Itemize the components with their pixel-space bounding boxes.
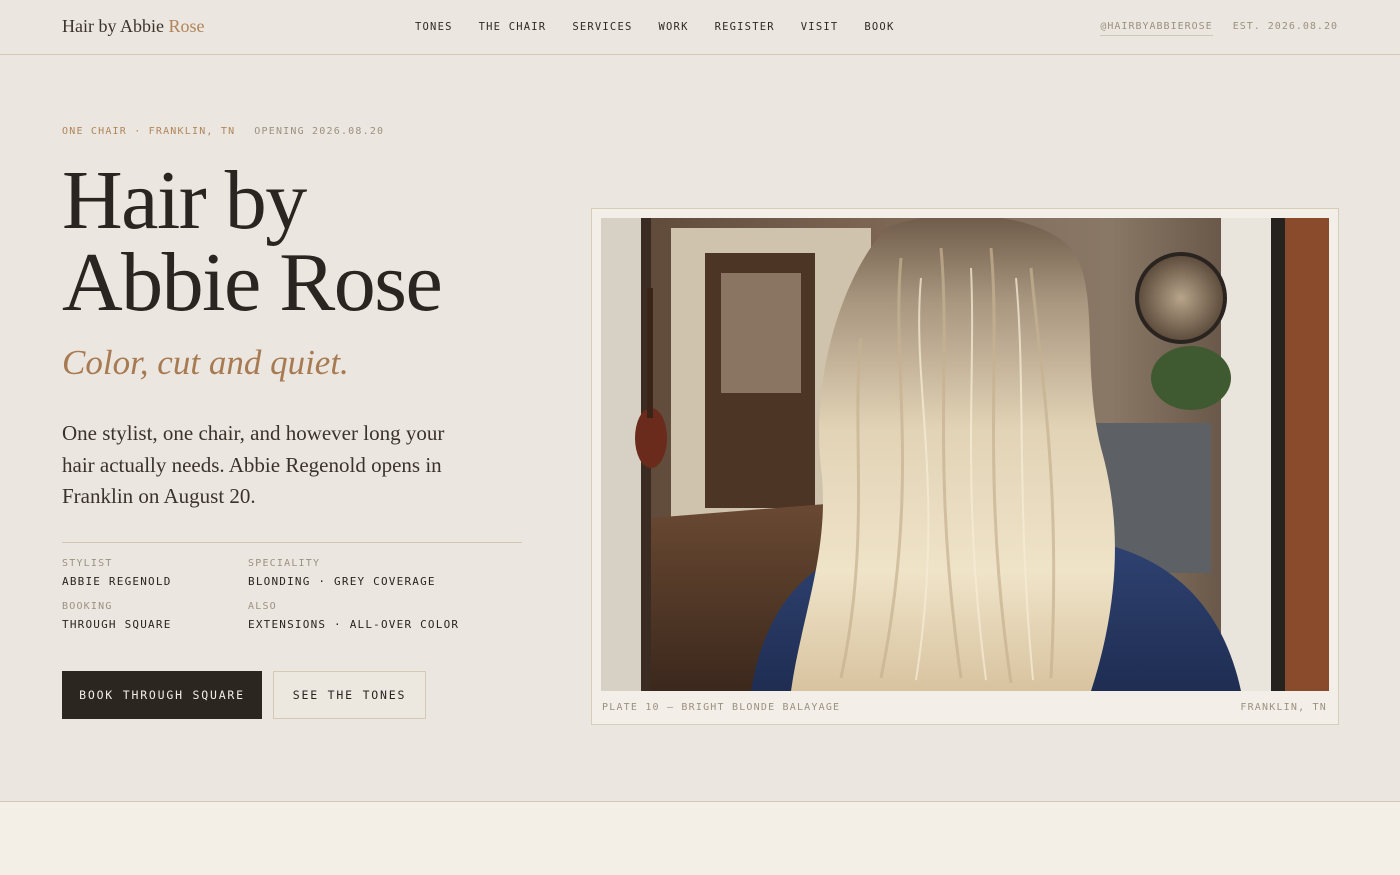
- nav-item-visit[interactable]: VISIT: [801, 21, 839, 33]
- fact-label: SPECIALITY: [248, 558, 321, 569]
- fact-label: STYLIST: [62, 558, 113, 569]
- established-date: EST. 2026.08.20: [1232, 21, 1338, 32]
- nav-item-tones[interactable]: TONES: [415, 21, 453, 33]
- nav-item-services[interactable]: SERVICES: [572, 21, 632, 33]
- nav-item-book[interactable]: BOOK: [864, 21, 894, 33]
- eyebrow-opening-date: OPENING 2026.08.20: [254, 126, 385, 137]
- fact-stylist: STYLIST ABBIE REGENOLD: [62, 558, 248, 588]
- nav-item-register[interactable]: REGISTER: [715, 21, 775, 33]
- fact-value: THROUGH SQUARE: [62, 618, 172, 631]
- hero-title-line-2: Abbie Rose: [62, 236, 443, 329]
- brand-name: Hair by Abbie: [62, 16, 169, 36]
- see-the-tones-button[interactable]: SEE THE TONES: [273, 671, 426, 719]
- fact-value: ABBIE REGENOLD: [62, 575, 172, 588]
- hero-title: Hair by Abbie Rose: [62, 159, 443, 325]
- fact-value: BLONDING · GREY COVERAGE: [248, 575, 436, 588]
- site-header: Hair by Abbie Rose TONES THE CHAIR SERVI…: [0, 0, 1400, 55]
- header-meta: @HAIRBYABBIEROSE EST. 2026.08.20: [1100, 21, 1338, 36]
- fact-speciality: SPECIALITY BLONDING · GREY COVERAGE: [248, 558, 522, 588]
- plate-location: FRANKLIN, TN: [1240, 702, 1327, 713]
- hero-eyebrow: ONE CHAIR · FRANKLIN, TN OPENING 2026.08…: [62, 126, 384, 137]
- hair-photo: [601, 218, 1329, 691]
- next-section-band: [0, 801, 1400, 875]
- hero-divider: [62, 542, 522, 543]
- fact-value: EXTENSIONS · ALL-OVER COLOR: [248, 618, 460, 631]
- fact-label: BOOKING: [62, 601, 113, 612]
- fact-booking: BOOKING THROUGH SQUARE: [62, 601, 248, 631]
- nav-item-work[interactable]: WORK: [659, 21, 689, 33]
- hero-facts: STYLIST ABBIE REGENOLD SPECIALITY BLONDI…: [62, 558, 522, 631]
- eyebrow-location: ONE CHAIR · FRANKLIN, TN: [62, 126, 236, 137]
- book-through-square-button[interactable]: BOOK THROUGH SQUARE: [62, 671, 262, 719]
- instagram-handle-link[interactable]: @HAIRBYABBIEROSE: [1100, 21, 1213, 36]
- hero-title-line-1: Hair by: [62, 154, 307, 247]
- plate-caption: PLATE 10 — BRIGHT BLONDE BALAYAGE: [602, 702, 841, 713]
- brand-logo[interactable]: Hair by Abbie Rose: [62, 16, 204, 37]
- fact-label: ALSO: [248, 601, 277, 612]
- fact-also: ALSO EXTENSIONS · ALL-OVER COLOR: [248, 601, 522, 631]
- main-nav: TONES THE CHAIR SERVICES WORK REGISTER V…: [415, 21, 894, 33]
- photo-plate: PLATE 10 — BRIGHT BLONDE BALAYAGE FRANKL…: [591, 208, 1339, 725]
- hero-lead-paragraph: One stylist, one chair, and however long…: [62, 421, 445, 508]
- brand-name-accent: Rose: [168, 16, 205, 36]
- nav-item-the-chair[interactable]: THE CHAIR: [479, 21, 547, 33]
- hero-tagline: Color, cut and quiet.: [62, 343, 349, 382]
